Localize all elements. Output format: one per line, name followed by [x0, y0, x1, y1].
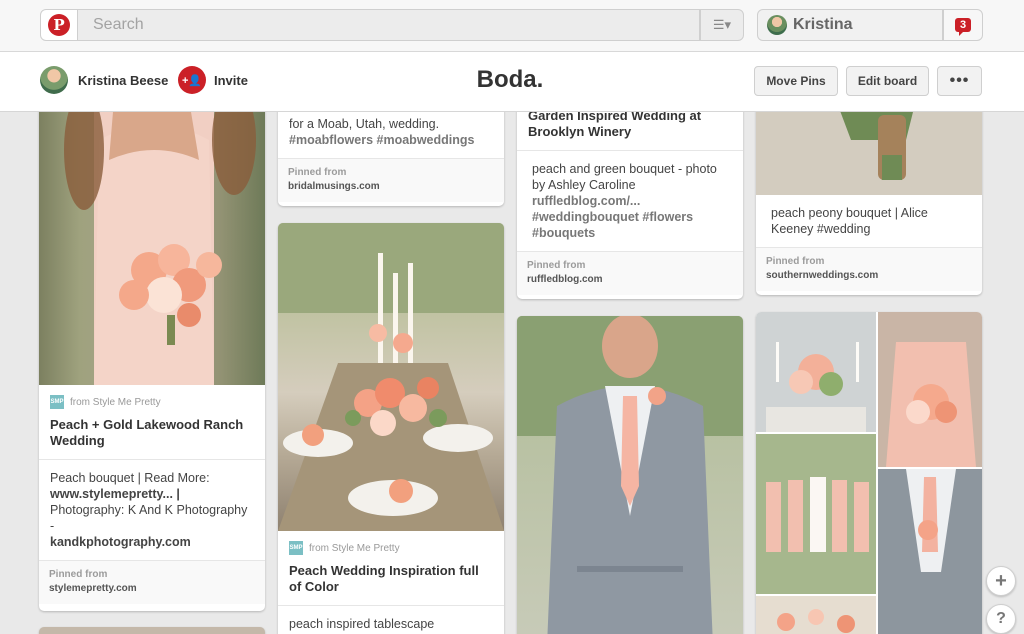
pin-source-link[interactable]: ruffledblog.com	[527, 274, 733, 285]
pin-card-partial[interactable]	[39, 627, 265, 634]
user-profile-button[interactable]: Kristina	[757, 9, 943, 41]
pin-description: peach and green bouquet - photo by Ashle…	[532, 162, 717, 240]
invite-link[interactable]: Invite	[214, 73, 248, 88]
board-header: Kristina Beese +👤 Invite Boda. Move Pins…	[0, 52, 1024, 112]
question-mark-icon: ?	[996, 610, 1006, 627]
pin-description: peach peony bouquet | Alice Keeney #wedd…	[771, 206, 928, 236]
edit-board-button[interactable]: Edit board	[846, 66, 929, 96]
pin-title[interactable]: Garden Inspired Wedding at Brooklyn Wine…	[528, 108, 732, 140]
style-me-pretty-icon: SMP	[50, 395, 64, 409]
pin-source-attribution[interactable]: SMP from Style Me Pretty	[50, 395, 254, 409]
pin-description: Peach bouquet | Read More: www.stylemepr…	[50, 471, 248, 549]
description-link[interactable]: ruffledblog.com/...	[532, 194, 640, 208]
pin-title[interactable]: Peach + Gold Lakewood Ranch Wedding	[50, 417, 254, 449]
pin-source-attribution[interactable]: SMP from Style Me Pretty	[289, 541, 493, 555]
groom-photo	[517, 316, 743, 634]
description-link[interactable]: kandkphotography.com	[50, 535, 191, 549]
board-title: Boda.	[476, 66, 544, 93]
description-hashtags[interactable]: #weddingbouquet #flowers #bouquets	[532, 210, 693, 240]
pin-card-peony-bouquet[interactable]: peach peony bouquet | Alice Keeney #wedd…	[756, 100, 982, 295]
pin-description: peach inspired tablescape	[289, 617, 435, 631]
tablescape-photo	[278, 223, 504, 531]
more-options-button[interactable]: •••	[937, 66, 982, 96]
description-hashtags[interactable]: #moabflowers #moabweddings	[289, 133, 474, 147]
pin-card-tablescape[interactable]: SMP from Style Me Pretty Peach Wedding I…	[278, 223, 504, 634]
pin-card-moab[interactable]: for a Moab, Utah, wedding. #moabflowers …	[278, 100, 504, 206]
notifications-button[interactable]: 3	[943, 9, 983, 41]
bride-photo	[64, 100, 256, 385]
user-name: Kristina	[793, 16, 853, 33]
search-input[interactable]	[78, 10, 699, 40]
help-button[interactable]: ?	[986, 604, 1016, 634]
pinterest-logo-icon[interactable]: P	[40, 9, 78, 41]
search-field[interactable]	[78, 9, 700, 41]
plus-icon: +	[995, 569, 1007, 592]
pin-description: for a Moab, Utah, wedding. #moabflowers …	[289, 117, 475, 147]
pin-card-groom[interactable]	[517, 316, 743, 634]
pin-image[interactable]	[517, 316, 743, 634]
pin-image[interactable]	[278, 223, 504, 531]
pin-footer: Pinned from ruffledblog.com	[517, 252, 743, 295]
add-person-icon[interactable]: +👤	[178, 66, 206, 94]
description-link[interactable]: www.stylemepretty... |	[50, 487, 180, 501]
bouquet-stem-photo	[756, 100, 982, 195]
pin-card-collage[interactable]	[756, 312, 982, 634]
style-me-pretty-icon: SMP	[289, 541, 303, 555]
pin-title[interactable]: Peach Wedding Inspiration full of Color	[289, 563, 493, 595]
owner-name-link[interactable]: Kristina Beese	[78, 73, 168, 88]
description-hashtags[interactable]: #wedding	[817, 222, 871, 236]
pin-source-link[interactable]: stylemepretty.com	[49, 583, 255, 594]
pin-footer: Pinned from stylemepretty.com	[39, 561, 265, 604]
top-navigation-bar: P ☰▾ Kristina 3	[0, 0, 1024, 52]
pin-image[interactable]	[756, 312, 982, 634]
pin-image[interactable]	[756, 100, 982, 195]
search-category-menu-button[interactable]: ☰▾	[700, 9, 744, 41]
pin-source-link[interactable]: southernweddings.com	[766, 270, 972, 281]
pin-footer: Pinned from bridalmusings.com	[278, 159, 504, 202]
move-pins-button[interactable]: Move Pins	[754, 66, 838, 96]
user-avatar	[767, 15, 787, 35]
pin-source-link[interactable]: bridalmusings.com	[288, 181, 494, 192]
notification-count-badge: 3	[954, 18, 972, 36]
owner-avatar[interactable]	[40, 66, 68, 94]
collage-photo	[756, 312, 982, 634]
pin-footer: Pinned from southernweddings.com	[756, 248, 982, 291]
pin-card-garden-wedding[interactable]: Garden Inspired Wedding at Brooklyn Wine…	[517, 100, 743, 299]
add-pin-button[interactable]: +	[986, 566, 1016, 596]
pin-card-bride-bouquet[interactable]: SMP from Style Me Pretty Peach + Gold La…	[39, 100, 265, 611]
pin-image[interactable]	[39, 100, 265, 385]
menu-icon: ☰▾	[712, 17, 732, 32]
